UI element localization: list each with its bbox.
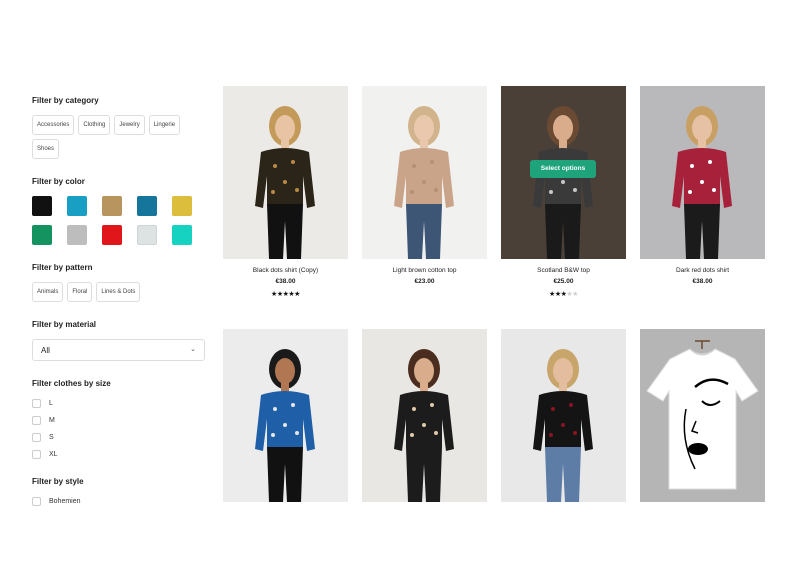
category-chips: Accessories Clothing Jewelry Lingerie Sh… bbox=[32, 115, 207, 159]
product-card[interactable]: Dark red dots shirt €38.00 bbox=[640, 86, 765, 285]
size-label: L bbox=[49, 399, 53, 407]
product-image[interactable] bbox=[223, 329, 348, 502]
size-checkbox[interactable] bbox=[32, 432, 41, 442]
pattern-filter-title: Filter by pattern bbox=[32, 263, 93, 272]
category-filter-title: Filter by category bbox=[32, 96, 99, 105]
size-label: M bbox=[49, 416, 55, 424]
size-checkbox[interactable] bbox=[32, 449, 41, 459]
product-card[interactable]: Black dots shirt (Copy) €38.00 ★★★★★ bbox=[223, 86, 348, 298]
category-chip-shoes[interactable]: Shoes bbox=[32, 139, 60, 159]
product-image[interactable] bbox=[223, 86, 348, 259]
category-chip-clothing[interactable]: Clothing bbox=[78, 115, 111, 135]
size-option-m[interactable]: M bbox=[32, 415, 207, 425]
color-filter: Filter by color bbox=[32, 177, 207, 245]
material-select-value: All bbox=[41, 346, 50, 355]
select-options-button[interactable]: Select options bbox=[530, 160, 596, 178]
color-swatches bbox=[32, 196, 207, 245]
category-filter: Filter by category Accessories Clothing … bbox=[32, 96, 207, 159]
size-filter-title: Filter clothes by size bbox=[32, 379, 111, 388]
model-illustration bbox=[255, 349, 315, 502]
pattern-chip-animals[interactable]: Animals bbox=[32, 282, 64, 302]
product-name[interactable]: Dark red dots shirt bbox=[640, 267, 765, 274]
pattern-chip-floral[interactable]: Floral bbox=[67, 282, 93, 302]
pattern-chips: Animals Floral Lines & Dots bbox=[32, 282, 207, 302]
color-swatch[interactable] bbox=[32, 225, 52, 245]
color-swatch[interactable] bbox=[102, 225, 122, 245]
product-card[interactable]: Light brown cotton top €23.00 bbox=[362, 86, 487, 285]
color-swatch[interactable] bbox=[67, 196, 87, 216]
color-swatch[interactable] bbox=[67, 225, 87, 245]
rating-stars: ★★★★★ bbox=[223, 290, 348, 298]
product-name[interactable]: Light brown cotton top bbox=[362, 267, 487, 274]
color-swatch[interactable] bbox=[172, 196, 192, 216]
category-chip-accessories[interactable]: Accessories bbox=[32, 115, 75, 135]
category-chip-jewelry[interactable]: Jewelry bbox=[114, 115, 145, 135]
style-filter-title: Filter by style bbox=[32, 477, 84, 486]
product-name[interactable]: Black dots shirt (Copy) bbox=[223, 267, 348, 274]
product-card[interactable]: Select options Scotland B&W top €25.00 ★★★★… bbox=[501, 86, 626, 298]
product-image[interactable] bbox=[362, 86, 487, 259]
material-filter-title: Filter by material bbox=[32, 320, 97, 329]
color-swatch[interactable] bbox=[137, 196, 157, 216]
model-illustration bbox=[394, 106, 454, 259]
product-card[interactable] bbox=[501, 329, 626, 502]
style-label: Bohemien bbox=[49, 497, 81, 505]
star-icon: ★ bbox=[294, 291, 300, 298]
tshirt-illustration bbox=[646, 340, 759, 490]
star-icon: ★ bbox=[572, 291, 578, 298]
style-option-bohemien[interactable]: Bohemien bbox=[32, 496, 207, 506]
product-price: €38.00 bbox=[275, 278, 296, 285]
product-price: €25.00 bbox=[553, 278, 574, 285]
pattern-chip-lines-dots[interactable]: Lines & Dots bbox=[96, 282, 141, 302]
model-illustration bbox=[533, 349, 593, 502]
size-option-xl[interactable]: XL bbox=[32, 449, 207, 459]
category-chip-lingerie[interactable]: Lingerie bbox=[148, 115, 181, 135]
filter-sidebar: Filter by category Accessories Clothing … bbox=[32, 96, 207, 524]
rating-stars: ★★★★★ bbox=[501, 290, 626, 298]
product-name[interactable]: Scotland B&W top bbox=[501, 267, 626, 274]
style-filter: Filter by style Bohemien bbox=[32, 477, 207, 506]
pattern-filter: Filter by pattern Animals Floral Lines &… bbox=[32, 263, 207, 302]
size-label: S bbox=[49, 433, 54, 441]
color-swatch[interactable] bbox=[102, 196, 122, 216]
material-select[interactable]: All ⌄ bbox=[32, 339, 205, 361]
size-option-s[interactable]: S bbox=[32, 432, 207, 442]
model-illustration bbox=[672, 106, 732, 259]
color-filter-title: Filter by color bbox=[32, 177, 85, 186]
color-swatch[interactable] bbox=[32, 196, 52, 216]
size-label: XL bbox=[49, 450, 58, 458]
size-checkbox[interactable] bbox=[32, 415, 41, 425]
product-price: €23.00 bbox=[414, 278, 435, 285]
product-image[interactable] bbox=[362, 329, 487, 502]
product-card[interactable] bbox=[640, 329, 765, 502]
size-checkbox[interactable] bbox=[32, 398, 41, 408]
size-filter: Filter clothes by size L M S XL bbox=[32, 379, 207, 459]
size-option-l[interactable]: L bbox=[32, 398, 207, 408]
color-swatch[interactable] bbox=[172, 225, 192, 245]
product-price: €38.00 bbox=[692, 278, 713, 285]
color-swatch[interactable] bbox=[137, 225, 157, 245]
product-image[interactable] bbox=[640, 329, 765, 502]
model-illustration bbox=[394, 349, 454, 502]
style-checkbox[interactable] bbox=[32, 496, 41, 506]
product-card[interactable] bbox=[223, 329, 348, 502]
product-image[interactable] bbox=[640, 86, 765, 259]
chevron-down-icon: ⌄ bbox=[190, 346, 196, 353]
product-image[interactable]: Select options bbox=[501, 86, 626, 259]
product-card[interactable] bbox=[362, 329, 487, 502]
model-illustration bbox=[255, 106, 315, 259]
product-image[interactable] bbox=[501, 329, 626, 502]
material-filter: Filter by material All ⌄ bbox=[32, 320, 207, 361]
